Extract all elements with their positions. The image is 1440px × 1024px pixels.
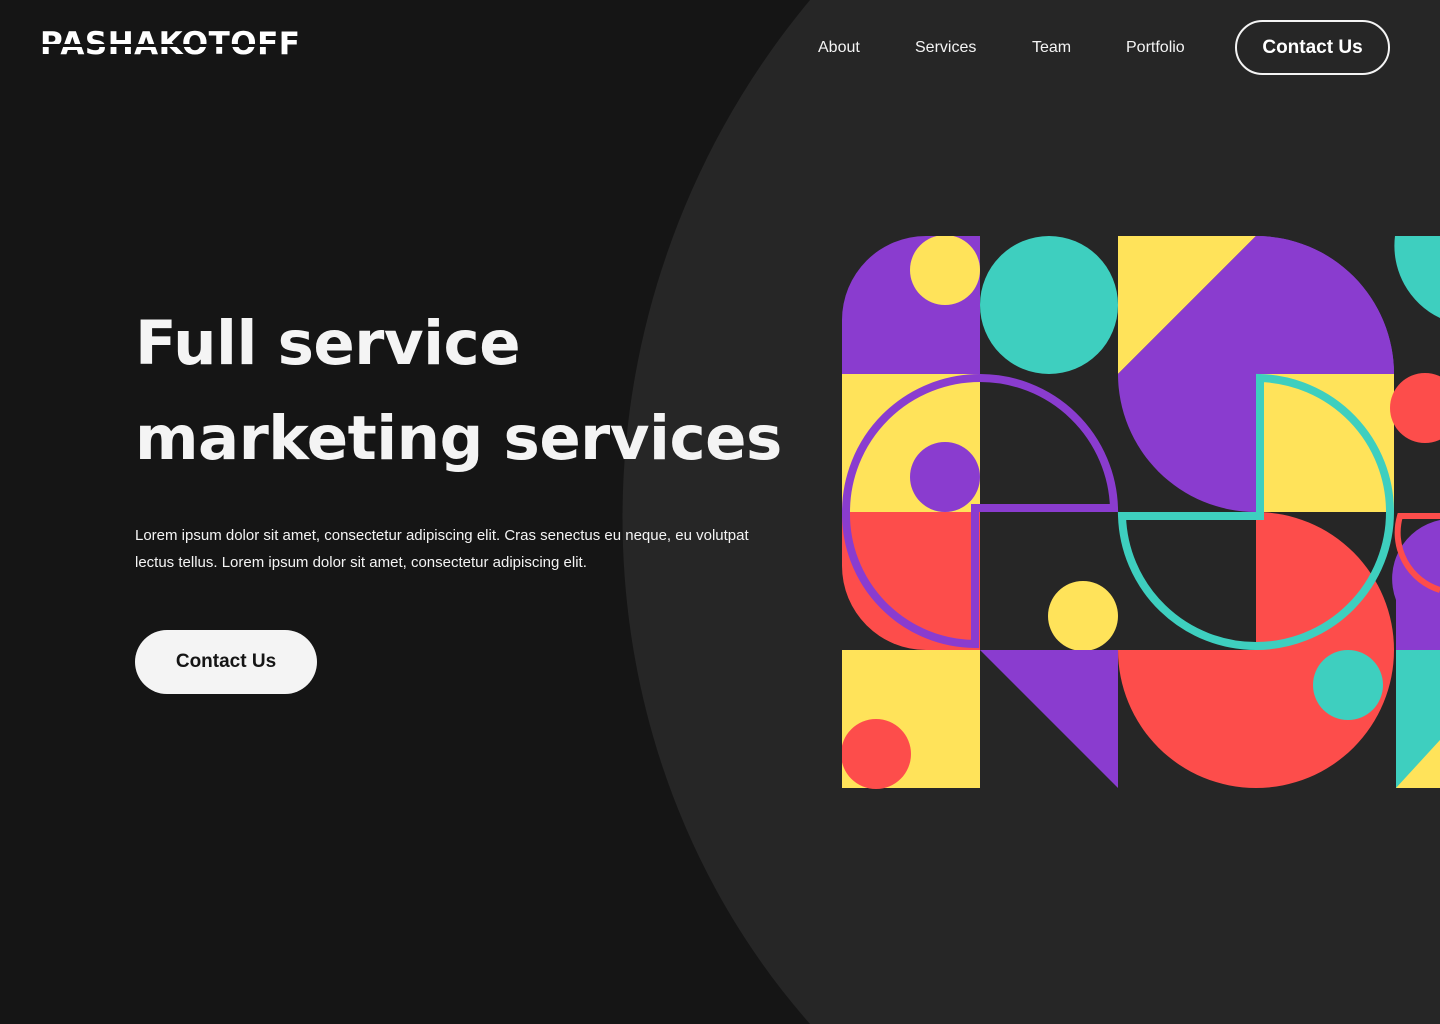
- hero-section: Full service marketing services Lorem ip…: [135, 296, 795, 694]
- nav-link-portfolio[interactable]: Portfolio: [1126, 34, 1185, 62]
- art-yellow-dot-2: [1048, 581, 1118, 651]
- art-red-dot-2: [842, 719, 911, 789]
- header-contact-button[interactable]: Contact Us: [1235, 20, 1390, 75]
- nav-link-services[interactable]: Services: [915, 34, 976, 62]
- hero-description: Lorem ipsum dolor sit amet, consectetur …: [135, 527, 749, 571]
- art-red-dot-1: [1390, 373, 1440, 443]
- art-teal-dot-1: [1313, 650, 1383, 720]
- geometric-illustration: [842, 236, 1440, 789]
- art-purple-triangle: [980, 650, 1118, 788]
- nav-link-team[interactable]: Team: [1032, 34, 1071, 62]
- hero-contact-button[interactable]: Contact Us: [135, 630, 317, 694]
- art-teal-circle-1: [980, 236, 1118, 374]
- logo[interactable]: PASHAKOTOFF: [40, 29, 300, 60]
- logo-cut-line: [40, 44, 280, 47]
- hero-title-line-2: marketing services: [135, 403, 782, 474]
- art-teal-edge-quarter: [1394, 236, 1440, 318]
- art-yellow-dot-1: [910, 236, 980, 305]
- site-header: PASHAKOTOFF About Services Team Portfoli…: [0, 0, 1440, 96]
- art-purple-dot-1: [910, 442, 980, 512]
- hero-title: Full service marketing services: [135, 296, 795, 486]
- nav-link-about[interactable]: About: [818, 34, 860, 62]
- hero-title-line-1: Full service: [135, 308, 521, 379]
